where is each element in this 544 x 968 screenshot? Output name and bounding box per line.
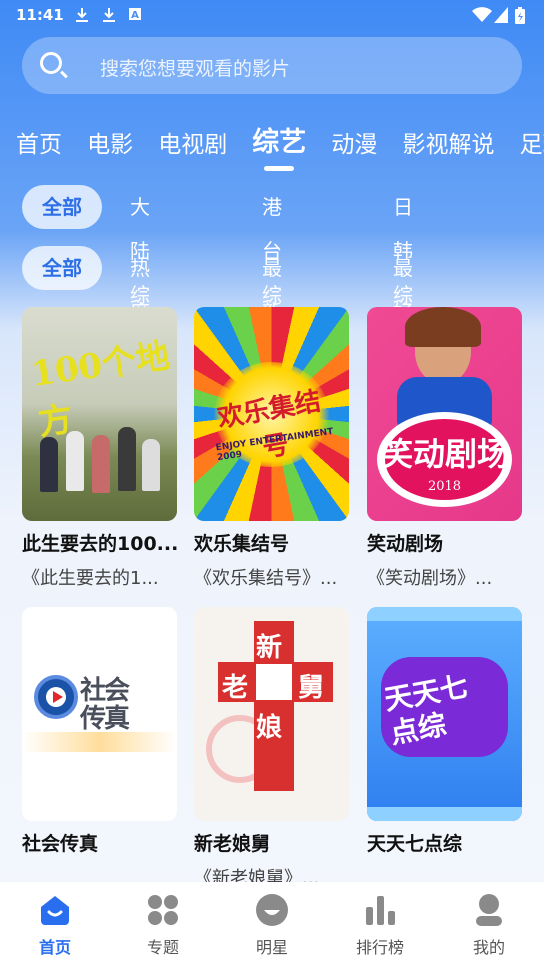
poster-char: 娘 (256, 713, 283, 743)
tab-film-commentary[interactable]: 影视解说 (402, 125, 494, 159)
wifi-icon (472, 7, 492, 22)
nav-label: 我的 (472, 938, 505, 957)
show-title: 笑动剧场 (367, 533, 444, 555)
show-title: 此生要去的100... (22, 533, 179, 555)
grid-icon (148, 895, 178, 925)
nav-mine[interactable]: 我的 (439, 882, 539, 968)
search-placeholder: 搜索您想要观看的影片 (100, 58, 291, 80)
show-card[interactable]: 欢乐集结号 ENJOY ENTERTAINMENT 2009 欢乐集结号 《欢乐… (194, 307, 349, 589)
region-filter-hk-tw[interactable]: 港台综艺 (262, 185, 282, 351)
tab-tv-series[interactable]: 电视剧 (158, 125, 227, 159)
region-filter-mainland[interactable]: 大陆综艺 (130, 185, 150, 351)
bar-chart-icon (366, 896, 395, 925)
tab-movie[interactable]: 电影 (87, 125, 133, 159)
show-title: 欢乐集结号 (194, 533, 290, 555)
show-description: 《此生要去的1... (22, 568, 159, 589)
status-bar: 11:41 A (0, 0, 544, 30)
show-card[interactable]: 100个地方 此生要去的100... 《此生要去的1... (22, 307, 178, 589)
bottom-nav: 首页 专题 明星 排行榜 我的 (0, 882, 544, 968)
poster-subtitle-art: 2018 (427, 479, 462, 494)
sort-filter-best-rated[interactable]: 最好评 (393, 246, 413, 368)
channel-logo-icon (34, 675, 78, 719)
nav-label: 专题 (146, 938, 179, 957)
status-time: 11:41 (16, 6, 64, 24)
poster-people (40, 427, 160, 497)
battery-icon (515, 7, 525, 24)
tab-anime[interactable]: 动漫 (331, 125, 377, 159)
tab-variety[interactable]: 综艺 (252, 120, 306, 171)
star-face-icon (256, 894, 288, 926)
sort-filter-hottest[interactable]: 热度最高 (130, 246, 150, 412)
poster-image: 新 老 舅 娘 (194, 607, 349, 821)
show-description: 《欢乐集结号》... (194, 568, 338, 589)
nav-label: 首页 (38, 938, 71, 957)
poster-char: 老 (222, 673, 249, 703)
keyboard-icon: A (129, 8, 141, 21)
sort-filter-newest[interactable]: 最新上线 (262, 246, 282, 412)
poster-image: 社会传真 (22, 607, 177, 821)
show-description: 《笑动剧场》... (367, 568, 493, 589)
show-card[interactable]: 笑动剧场 2018 笑动剧场 《笑动剧场》... (367, 307, 522, 589)
nav-label: 明星 (255, 938, 288, 957)
nav-ranking[interactable]: 排行榜 (330, 882, 430, 968)
show-title: 天天七点综 (367, 833, 463, 855)
tab-football[interactable]: 足球 (520, 125, 544, 159)
category-tabs: 首页 电影 电视剧 综艺 动漫 影视解说 足球 (16, 120, 544, 171)
tab-home[interactable]: 首页 (16, 125, 62, 159)
download-icon (76, 8, 88, 22)
poster-title-art: 笑动剧场 (380, 435, 509, 473)
nav-home[interactable]: 首页 (5, 882, 105, 968)
home-smile-icon (41, 896, 69, 925)
show-card[interactable]: 天天七点综 天天七点综 (367, 607, 522, 855)
nav-topics[interactable]: 专题 (113, 882, 213, 968)
poster-image: 100个地方 (22, 307, 177, 521)
poster-image: 欢乐集结号 ENJOY ENTERTAINMENT 2009 (194, 307, 349, 521)
show-card[interactable]: 社会传真 社会传真 (22, 607, 177, 855)
show-title: 新老娘舅 (194, 833, 271, 855)
poster-image: 笑动剧场 2018 (367, 307, 522, 521)
download-icon (103, 8, 115, 22)
search-bar[interactable]: 搜索您想要观看的影片 (22, 37, 522, 94)
show-title: 社会传真 (22, 833, 99, 855)
nav-stars[interactable]: 明星 (222, 882, 322, 968)
svg-text:A: A (131, 10, 139, 21)
signal-icon (494, 7, 508, 23)
poster-char: 舅 (298, 673, 325, 703)
search-icon (40, 52, 62, 74)
poster-char: 新 (256, 633, 283, 663)
show-card[interactable]: 新 老 舅 娘 新老娘舅 《新老娘舅》... (194, 607, 349, 889)
poster-title-art: 社会传真 (80, 676, 130, 734)
sort-filter-all[interactable]: 全部 (22, 246, 102, 290)
poster-image: 天天七点综 (367, 607, 522, 821)
region-filter-jp-kr[interactable]: 日韩综艺 (393, 185, 413, 351)
user-icon (476, 894, 502, 926)
nav-label: 排行榜 (355, 938, 404, 957)
region-filter-all[interactable]: 全部 (22, 185, 102, 229)
